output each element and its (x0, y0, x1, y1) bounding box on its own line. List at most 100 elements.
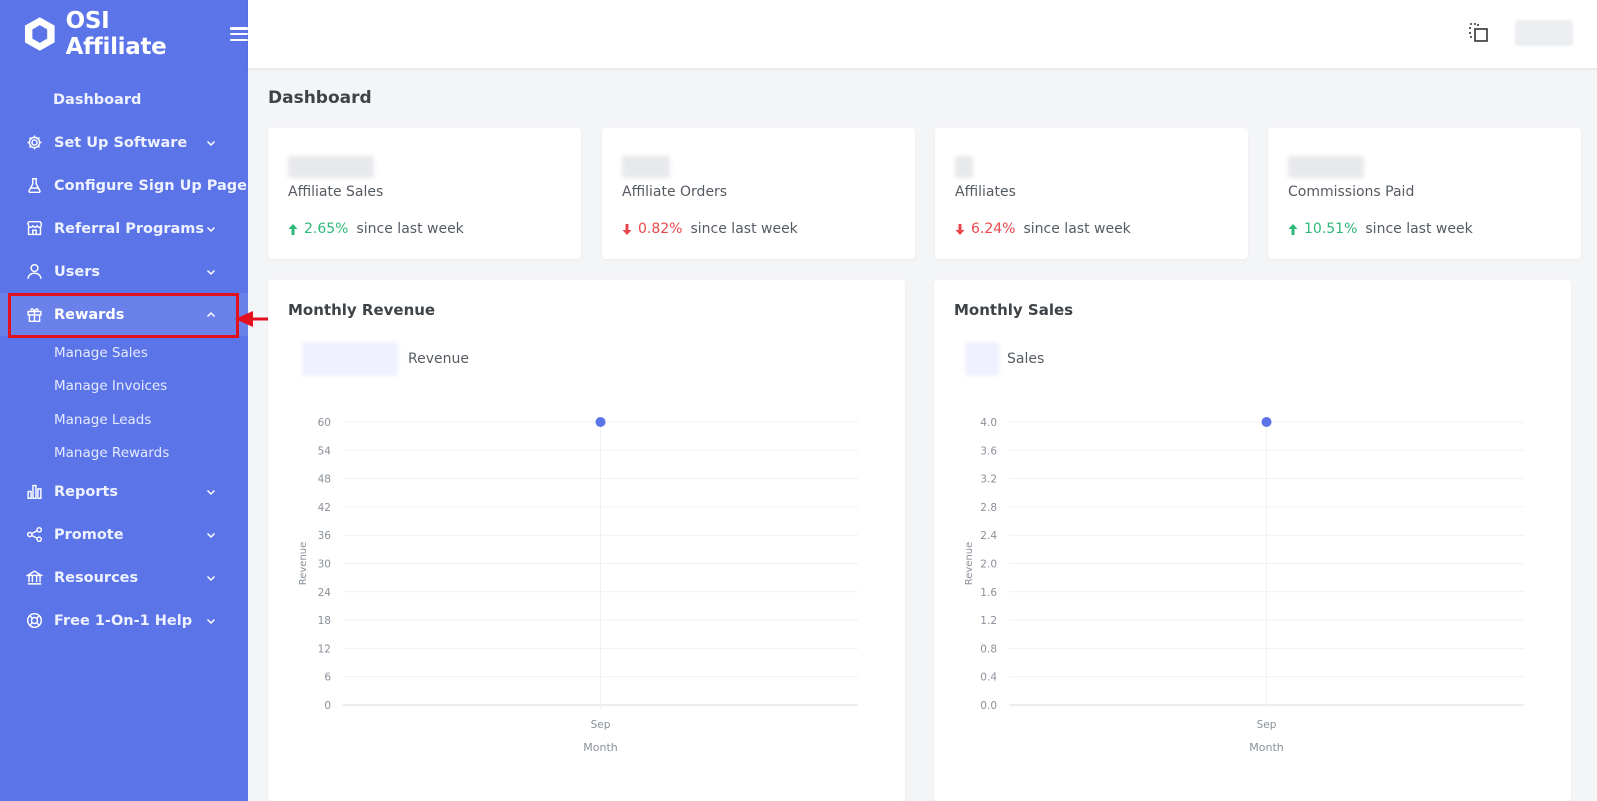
sidebar-item-label: Free 1-On-1 Help (54, 612, 193, 629)
sidebar-subitem-manage-sales[interactable]: Manage Sales (0, 336, 248, 370)
stat-since: since last week (1365, 221, 1473, 237)
x-tick-label: Sep (591, 719, 611, 731)
sidebar-subitem-manage-leads[interactable]: Manage Leads (0, 403, 248, 437)
y-tick-label: 12 (318, 643, 331, 655)
sidebar-nav: Dashboard Set Up Software Configure Sign… (0, 78, 248, 642)
stat-change: 6.24% (971, 221, 1016, 237)
store-icon (25, 220, 43, 238)
sidebar-item-label: Configure Sign Up Page (54, 177, 248, 194)
y-tick-label: 1.2 (980, 615, 997, 627)
sales-chart: 4.0 3.6 3.2 2.8 2.4 2.0 1.6 1.2 0.8 0.4 0.0 Sep Mont… (964, 417, 1524, 754)
hexagon-logo-icon (24, 17, 55, 51)
copy-icon[interactable] (1468, 22, 1490, 44)
chevron-down-icon (206, 489, 216, 495)
lifebuoy-icon (25, 612, 43, 630)
sidebar-item-configure-sign-up-page[interactable]: Configure Sign Up Page (0, 164, 248, 207)
user-avatar[interactable] (1515, 20, 1573, 46)
arrow-down-icon (622, 223, 632, 235)
x-axis-label: Month (1249, 741, 1284, 754)
chevron-down-icon (206, 532, 216, 538)
y-tick-label: 48 (318, 474, 331, 486)
sidebar-subitem-manage-rewards[interactable]: Manage Rewards (0, 437, 248, 471)
stat-since: since last week (690, 221, 798, 237)
stat-since: since last week (356, 221, 464, 237)
y-axis-label: Revenue (298, 542, 309, 586)
stat-change: 2.65% (304, 221, 349, 237)
y-tick-label: 3.6 (980, 445, 997, 457)
y-tick-label: 0.4 (980, 672, 997, 684)
x-tick-label: Sep (1257, 719, 1277, 731)
sidebar-item-reports[interactable]: Reports (0, 470, 248, 513)
stat-card-affiliate-sales: Affiliate Sales 2.65% since last week (268, 128, 581, 259)
chevron-down-icon (206, 575, 216, 581)
bank-icon (25, 569, 43, 587)
arrow-up-icon (1288, 223, 1298, 235)
y-tick-label: 2.8 (980, 502, 997, 514)
redacted-value (955, 156, 973, 178)
sidebar-item-label: Promote (54, 526, 124, 543)
stat-trend: 2.65% since last week (288, 221, 464, 237)
stat-change: 10.51% (1304, 221, 1358, 237)
y-tick-label: 1.6 (980, 587, 997, 599)
sidebar-item-dashboard[interactable]: Dashboard (0, 78, 248, 121)
chevron-down-icon (206, 269, 216, 275)
sidebar-item-resources[interactable]: Resources (0, 556, 248, 599)
x-axis-label: Month (583, 741, 618, 754)
sidebar-item-label: Set Up Software (54, 134, 188, 151)
annotation-highlight-box (8, 293, 239, 338)
y-tick-label: 0.8 (980, 643, 997, 655)
sidebar-item-label: Referral Programs (54, 220, 205, 237)
sidebar-item-promote[interactable]: Promote (0, 513, 248, 556)
y-tick-label: 6 (324, 672, 331, 684)
redacted-value (1288, 156, 1364, 178)
sidebar-item-free-help[interactable]: Free 1-On-1 Help (0, 599, 248, 642)
stat-trend: 10.51% since last week (1288, 221, 1473, 237)
sidebar-item-label: Dashboard (53, 91, 142, 108)
y-axis-label: Revenue (964, 542, 975, 586)
redacted-value (288, 156, 374, 178)
stat-label: Commissions Paid (1288, 184, 1415, 200)
stat-label: Affiliates (955, 184, 1016, 200)
stat-label: Affiliate Sales (288, 184, 384, 200)
sidebar: OSI Affiliate Dashboard Set Up Software … (0, 0, 248, 801)
flask-icon (25, 177, 43, 195)
y-tick-label: 0.0 (980, 700, 997, 712)
brand-name: OSI Affiliate (65, 8, 167, 60)
stat-since: since last week (1023, 221, 1131, 237)
y-tick-label: 42 (318, 502, 331, 514)
user-icon (25, 263, 43, 281)
sidebar-item-referral-programs[interactable]: Referral Programs (0, 207, 248, 250)
stat-trend: 6.24% since last week (955, 221, 1131, 237)
gear-icon (25, 134, 43, 152)
y-tick-label: 4.0 (980, 417, 997, 429)
y-tick-label: 30 (318, 559, 331, 571)
sidebar-item-set-up-software[interactable]: Set Up Software (0, 121, 248, 164)
y-tick-label: 54 (318, 445, 332, 457)
y-tick-label: 36 (318, 530, 332, 542)
page-title: Dashboard (268, 88, 372, 108)
redacted-value (622, 156, 670, 178)
y-tick-label: 3.2 (980, 474, 997, 486)
chevron-down-icon (206, 140, 216, 146)
data-point (1261, 417, 1272, 427)
top-bar (248, 0, 1597, 68)
stat-label: Affiliate Orders (622, 184, 728, 200)
menu-toggle-icon[interactable] (230, 27, 248, 41)
stat-trend: 0.82% since last week (622, 221, 798, 237)
chart-card-monthly-revenue: Monthly Revenue Revenue 60 54 48 42 36 30 24 18… (268, 280, 905, 801)
stat-card-affiliate-orders: Affiliate Orders 0.82% since last week (602, 128, 915, 259)
bar-chart-icon (25, 483, 43, 501)
data-point (595, 417, 606, 427)
chart-card-monthly-sales: Monthly Sales Sales 4.0 3.6 3.2 2.8 2.4 2.0 1.… (934, 280, 1571, 801)
brand: OSI Affiliate (0, 0, 248, 68)
sidebar-item-label: Reports (54, 483, 119, 500)
y-tick-label: 2.4 (980, 530, 997, 542)
sidebar-item-users[interactable]: Users (0, 250, 248, 293)
sidebar-item-label: Resources (54, 569, 139, 586)
sidebar-subitem-manage-invoices[interactable]: Manage Invoices (0, 370, 248, 404)
y-tick-label: 24 (318, 587, 332, 599)
sidebar-item-label: Users (54, 263, 101, 280)
revenue-chart: 60544842363024181260SepMonthRevenue (298, 417, 858, 754)
arrow-up-icon (288, 223, 298, 235)
arrow-down-icon (955, 223, 965, 235)
